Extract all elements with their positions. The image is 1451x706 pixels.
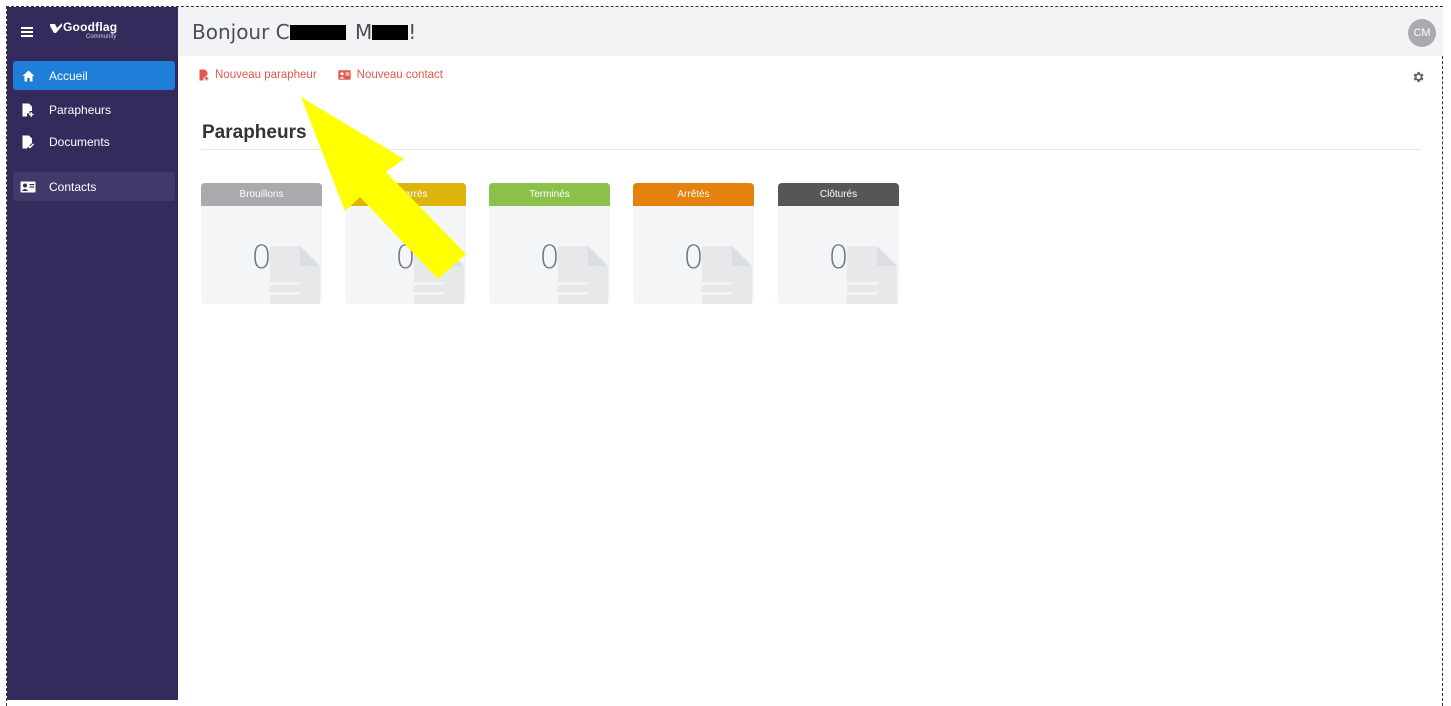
new-parapheur-label: Nouveau parapheur: [215, 69, 317, 81]
sidebar-item-label: Parapheurs: [49, 102, 112, 117]
status-card-header: Clôturés: [778, 183, 899, 206]
status-card-header: Démarrés: [345, 183, 466, 206]
logo-subtext: Community: [86, 34, 117, 40]
document-add-icon: [20, 102, 36, 118]
status-card[interactable]: Clôturés 0: [778, 183, 899, 304]
status-card-count: 0: [683, 238, 704, 276]
status-card[interactable]: Brouillons 0: [201, 183, 322, 304]
logo-text: Goodflag: [63, 20, 118, 34]
redacted-block: [372, 24, 409, 40]
contact-card-icon: [338, 69, 352, 81]
document-add-icon: [198, 69, 210, 81]
sidebar-item-label: Contacts: [49, 179, 97, 194]
sidebar-item-label: Documents: [49, 134, 110, 149]
sidebar: Goodflag Community Accueil Parapheurs Do…: [7, 7, 178, 700]
quick-actions: Nouveau parapheur Nouveau contact: [198, 69, 443, 81]
sidebar-item-contacts[interactable]: Contacts: [13, 172, 175, 201]
hamburger-menu-icon[interactable]: [21, 27, 33, 37]
contact-card-icon: [20, 179, 36, 195]
user-avatar[interactable]: CM: [1408, 19, 1436, 47]
status-card[interactable]: Terminés 0: [489, 183, 610, 304]
top-header: Bonjour C M! CM: [178, 7, 1443, 56]
status-card-header: Terminés: [489, 183, 610, 206]
status-card-count: 0: [828, 238, 849, 276]
status-card-count: 0: [539, 238, 560, 276]
document-check-icon: [20, 134, 36, 150]
status-card-header: Arrêtés: [633, 183, 754, 206]
title-divider: [202, 149, 1421, 150]
new-contact-link[interactable]: Nouveau contact: [338, 69, 443, 81]
status-card-header: Brouillons: [201, 183, 322, 206]
sidebar-item-label: Accueil: [49, 68, 88, 83]
status-card[interactable]: Arrêtés 0: [633, 183, 754, 304]
new-contact-label: Nouveau contact: [356, 69, 443, 81]
redacted-block: [289, 24, 346, 40]
brand-row: Goodflag Community: [7, 7, 178, 57]
greeting-middle: M: [355, 20, 373, 44]
greeting-title: Bonjour C M!: [192, 20, 416, 44]
sidebar-item-accueil[interactable]: Accueil: [13, 61, 175, 90]
status-card-count: 0: [395, 238, 416, 276]
sidebar-item-parapheurs[interactable]: Parapheurs: [13, 95, 175, 124]
status-card[interactable]: Démarrés 0: [345, 183, 466, 304]
new-parapheur-link[interactable]: Nouveau parapheur: [198, 69, 317, 81]
page-title: Parapheurs: [202, 122, 307, 143]
greeting-prefix: Bonjour C: [192, 20, 290, 44]
gear-icon[interactable]: [1411, 70, 1425, 84]
home-icon: [20, 68, 36, 84]
screenshot-frame: [6, 6, 1443, 706]
sidebar-item-documents[interactable]: Documents: [13, 127, 175, 156]
status-card-count: 0: [251, 238, 272, 276]
goodflag-logo-icon: [50, 23, 62, 33]
greeting-suffix: !: [408, 20, 417, 44]
